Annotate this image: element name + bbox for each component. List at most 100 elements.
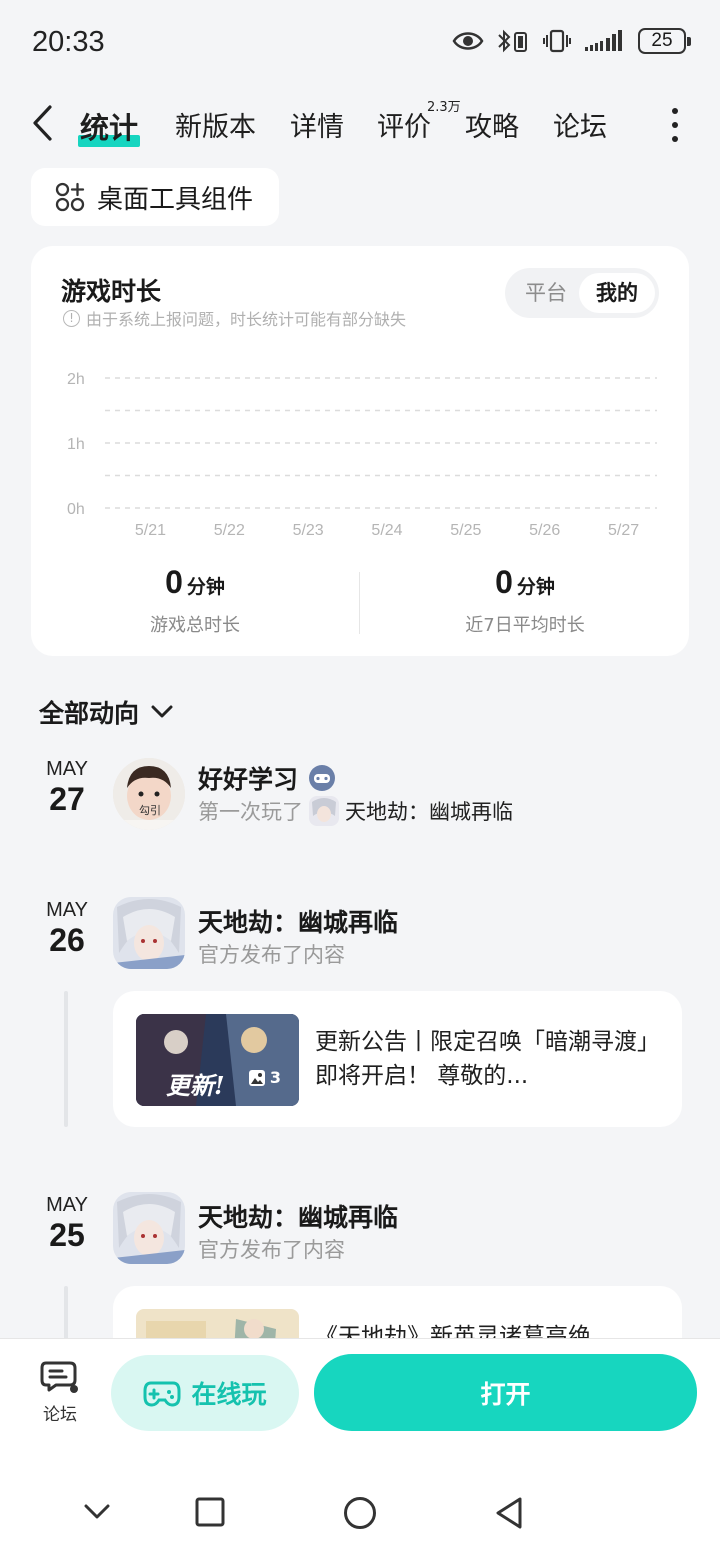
review-count-badge: 2.3万 [427, 100, 461, 115]
average-playtime-value: 0 [495, 564, 513, 600]
bluetooth-battery-icon [498, 29, 527, 53]
tab-new-version[interactable]: 新版本 [175, 105, 256, 144]
back-arrow-icon[interactable] [30, 104, 54, 142]
x-tick-label: 5/22 [214, 522, 245, 539]
total-playtime-value: 0 [165, 564, 183, 600]
tab-guides[interactable]: 攻略 [465, 105, 519, 144]
entry-subtitle: 官方发布了内容 [198, 943, 345, 967]
baby-avatar-image: 勾引 [113, 758, 185, 830]
tab-stats[interactable]: 统计 [78, 105, 141, 147]
toggle-platform[interactable]: 平台 [515, 273, 577, 313]
post-cover-image: 更新! [136, 1014, 299, 1106]
home-icon[interactable] [343, 1496, 377, 1530]
entry-game-name[interactable]: 天地劫：幽城再临 [198, 903, 398, 939]
status-time: 20:33 [32, 26, 105, 58]
game-character-image [113, 897, 185, 969]
x-tick-label: 5/23 [293, 522, 324, 539]
entry-month: MAY [46, 1194, 88, 1216]
y-tick-label: 0h [67, 501, 85, 518]
entry-game-name[interactable]: 天地劫：幽城再临 [198, 1198, 398, 1234]
game-mini-avatar[interactable] [309, 796, 339, 826]
entry-date: MAY 25 [36, 1194, 98, 1253]
timeline-line [64, 1286, 68, 1346]
game-avatar[interactable] [113, 1192, 185, 1264]
playtime-title: 游戏时长 [61, 277, 162, 306]
vibrate-icon [543, 29, 571, 53]
game-character-image [113, 1192, 185, 1264]
back-triangle-icon[interactable] [494, 1496, 524, 1530]
timeline-line [64, 991, 68, 1127]
entry-day: 27 [49, 781, 85, 817]
playtime-card: 游戏时长 ! 由于系统上报问题，时长统计可能有部分缺失 平台 我的 2h 1h 0h… [31, 246, 689, 656]
entry-day: 25 [49, 1217, 85, 1253]
playtime-note: ! 由于系统上报问题，时长统计可能有部分缺失 [63, 306, 406, 330]
widget-grid-icon [55, 182, 85, 212]
more-options-icon[interactable] [672, 108, 680, 150]
signal-icon [585, 30, 622, 51]
play-online-label: 在线玩 [191, 1380, 267, 1409]
y-tick-label: 2h [67, 371, 85, 388]
chevron-down-icon[interactable] [84, 1503, 110, 1521]
average-playtime-label: 近7日平均时长 [465, 615, 585, 636]
average-playtime: 0 分钟 近7日平均时长 [361, 564, 689, 637]
entry-date: MAY 27 [36, 758, 98, 817]
battery-indicator: 25 [638, 28, 691, 54]
forum-label: 论坛 [43, 1405, 77, 1425]
gamepad-icon [143, 1381, 181, 1407]
chevron-down-icon [151, 705, 173, 718]
recent-apps-icon[interactable] [195, 1497, 225, 1527]
toggle-mine[interactable]: 我的 [579, 273, 655, 313]
entry-user-name-text: 好好学习 [198, 765, 299, 794]
image-count-text: 3 [269, 1068, 281, 1087]
x-tick-label: 5/24 [371, 522, 402, 539]
post-text: 更新公告丨限定召唤「暗潮寻渡」即将开启！ 尊敬的... [315, 1029, 649, 1089]
top-tab-bar: 统计 新版本 详情 评价 2.3万 攻略 论坛 [0, 90, 720, 154]
entry-month: MAY [46, 758, 88, 780]
entry-subtitle: 官方发布了内容 [198, 1238, 345, 1262]
system-navigation-bar [0, 1495, 720, 1535]
status-icons: 25 [452, 28, 691, 54]
eye-icon [452, 32, 484, 50]
tab-reviews[interactable]: 评价 [377, 105, 431, 144]
forum-button[interactable]: 论坛 [38, 1359, 82, 1425]
svg-text:勾引: 勾引 [139, 803, 161, 817]
average-playtime-unit: 分钟 [516, 576, 555, 598]
widget-chip-label: 桌面工具组件 [97, 184, 254, 215]
playtime-note-text: 由于系统上报问题，时长统计可能有部分缺失 [86, 310, 407, 329]
activity-filter-dropdown[interactable]: 全部动向 [39, 694, 173, 730]
x-tick-label: 5/21 [135, 522, 166, 539]
x-tick-label: 5/26 [529, 522, 560, 539]
source-toggle: 平台 我的 [505, 268, 659, 318]
gamepad-badge-icon [309, 765, 336, 791]
entry-game-link[interactable]: 天地劫：幽城再临 [345, 796, 513, 826]
entry-user-name: 好好学习 [198, 760, 336, 796]
avatar[interactable]: 勾引 [113, 758, 185, 830]
entry-month: MAY [46, 899, 88, 921]
stat-divider [359, 572, 360, 634]
desktop-widget-button[interactable]: 桌面工具组件 [31, 168, 279, 226]
image-count: 3 [248, 1068, 281, 1087]
image-icon [248, 1069, 265, 1086]
activity-filter-label: 全部动向 [39, 699, 140, 728]
post-card[interactable]: 更新! 3 更新公告丨限定召唤「暗潮寻渡」即将开启！ 尊敬的... [113, 991, 682, 1127]
tab-forum[interactable]: 论坛 [553, 105, 607, 144]
x-tick-label: 5/25 [450, 522, 481, 539]
chat-bubble-icon [40, 1361, 78, 1393]
game-avatar[interactable] [113, 897, 185, 969]
game-character-image [309, 796, 339, 826]
svg-text:更新!: 更新! [166, 1071, 225, 1100]
tab-stats-label: 统计 [80, 111, 139, 145]
bottom-action-bar: 论坛 在线玩 打开 [0, 1338, 720, 1549]
entry-action-text: 第一次玩了 [198, 800, 303, 824]
post-thumbnail: 更新! 3 [136, 1014, 299, 1106]
total-playtime-label: 游戏总时长 [150, 615, 240, 636]
open-button[interactable]: 打开 [314, 1354, 697, 1431]
entry-date: MAY 26 [36, 899, 98, 958]
y-tick-label: 1h [67, 436, 85, 453]
entry-day: 26 [49, 922, 85, 958]
tab-details[interactable]: 详情 [290, 105, 344, 144]
playtime-chart: 2h 1h 0h 5/21 5/22 5/23 5/24 5/25 5/26 5/27 [67, 371, 657, 539]
total-playtime-unit: 分钟 [186, 576, 225, 598]
play-online-button[interactable]: 在线玩 [111, 1355, 299, 1431]
x-tick-label: 5/27 [608, 522, 639, 539]
